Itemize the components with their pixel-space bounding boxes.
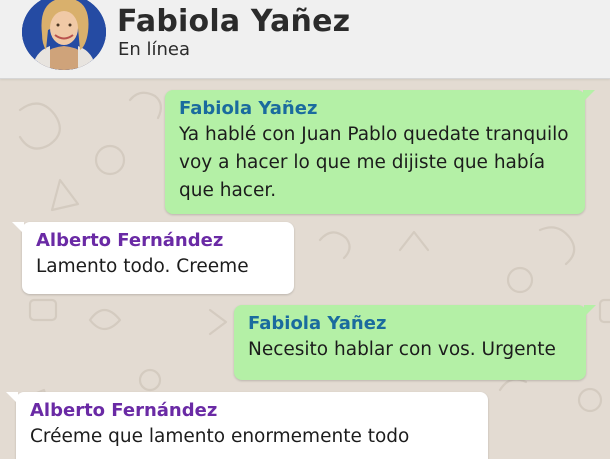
message-bubble-incoming[interactable]: Alberto Fernández Créeme que lamento eno…: [6, 392, 488, 459]
message-sender: Fabiola Yañez: [248, 313, 387, 334]
message-line: Ya hablé con Juan Pablo quedate tranquil…: [179, 124, 569, 145]
message-text: Lamento todo. Creeme: [36, 253, 280, 281]
message-line: Necesito hablar con vos. Urgente: [248, 339, 556, 360]
chat-screen: Fabiola Yañez En línea Fabiola Yañez Ya …: [0, 0, 610, 459]
bubble-tail: [6, 392, 18, 404]
message-line: que hacer.: [179, 180, 277, 201]
contact-status: En línea: [118, 39, 191, 60]
message-text: Ya hablé con Juan Pablo quedate tranquil…: [179, 121, 571, 205]
message-sender: Alberto Fernández: [30, 400, 218, 421]
contact-name[interactable]: Fabiola Yañez: [117, 4, 350, 39]
message-bubble-outgoing[interactable]: Fabiola Yañez Necesito hablar con vos. U…: [234, 305, 596, 380]
message-line: Créeme que lamento enormemente todo: [30, 426, 410, 447]
bubble-tail: [583, 90, 595, 102]
message-bubble-incoming[interactable]: Alberto Fernández Lamento todo. Creeme: [12, 222, 294, 294]
message-bubble-outgoing[interactable]: Fabiola Yañez Ya hablé con Juan Pablo qu…: [165, 90, 595, 214]
message-text: Créeme que lamento enormemente todo: [30, 423, 474, 451]
bubble-tail: [12, 222, 24, 234]
message-sender: Fabiola Yañez: [179, 98, 318, 119]
avatar-portrait: [22, 0, 106, 70]
message-sender: Alberto Fernández: [36, 230, 224, 251]
chat-header: Fabiola Yañez En línea: [0, 0, 610, 79]
message-text: Necesito hablar con vos. Urgente: [248, 336, 572, 364]
contact-avatar[interactable]: [22, 0, 106, 70]
message-line: voy a hacer lo que me dijiste que había: [179, 152, 546, 173]
bubble-tail: [584, 305, 596, 317]
message-line: Lamento todo. Creeme: [36, 256, 249, 277]
